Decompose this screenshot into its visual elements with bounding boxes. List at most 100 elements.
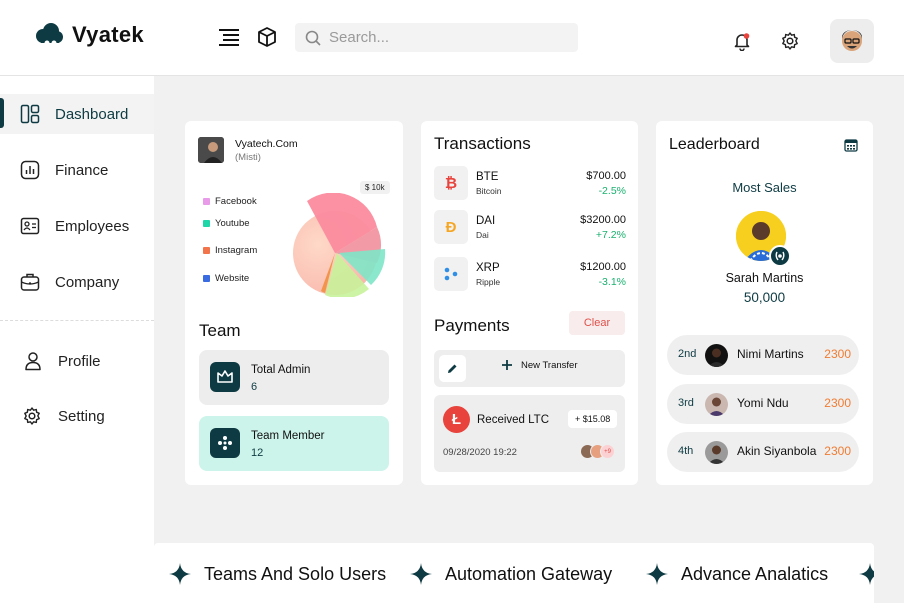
legend-label: Website [215,273,250,284]
rank-score: 2300 [824,347,851,361]
ticker-item: Teams And Solo Users [168,562,386,586]
user-avatar[interactable] [830,19,874,63]
user-icon [25,352,41,371]
sidebar-item-employees[interactable]: Employees [0,206,154,246]
avatar [705,344,728,367]
settings-gear-icon[interactable] [780,31,800,51]
sidebar-item-dashboard[interactable]: Dashboard [0,94,154,134]
calendar-icon[interactable] [844,138,858,152]
search-icon [305,30,321,46]
legend-swatch [203,275,210,282]
legend-item-instagram: Instagram [203,245,257,256]
team-group-icon [210,428,240,458]
legend-swatch [203,247,210,254]
sidebar-item-profile[interactable]: Profile [0,341,154,381]
tx-change: -2.5% [598,185,626,197]
laurel-badge-icon [769,245,791,267]
ticker-label: Teams And Solo Users [204,563,387,584]
ripple-icon [434,257,468,291]
legend-label: Instagram [215,245,258,256]
company-avatar [198,137,224,163]
tx-name: Bitcoin [476,186,502,196]
ticker-item [858,562,874,586]
transfer-bar: New Transfer [434,350,625,387]
legend-swatch [203,220,210,227]
tx-name: Dai [476,230,489,240]
dashboard-icon [20,104,40,124]
team-member[interactable]: Team Member 12 [199,416,389,471]
feature-ticker: Teams And Solo Users Automation Gateway … [154,543,874,603]
sidebar-item-setting[interactable]: Setting [0,396,154,436]
team-title: Team [199,321,241,340]
cube-icon[interactable] [256,26,278,48]
sidebar-item-finance[interactable]: Finance [0,150,154,190]
sparkle-icon [646,563,668,585]
ticker-item: Advance Analatics [645,562,828,586]
team-total-admin[interactable]: Total Admin 6 [199,350,389,405]
rank-score: 2300 [824,396,851,410]
sidebar-item-label: Company [55,273,120,291]
sidebar-item-company[interactable]: Company [0,262,154,302]
app-name: Vyatek [72,22,144,47]
rank-score: 2300 [824,444,851,458]
legend-item-facebook: Facebook [203,196,257,207]
leaderboard-card: Leaderboard Most Sales Sarah Martins 50,… [656,121,873,485]
ticker-item: Automation Gateway [409,562,612,586]
rank-position: 2nd [678,348,697,360]
pen-icon [448,364,457,373]
company-name: Vyatech.Com [235,138,298,150]
rank-name: Yomi Ndu [737,396,789,410]
top-bar: Vyatek [0,0,904,76]
received-date: 09/28/2020 19:22 [443,447,517,458]
rank-position: 4th [678,445,694,457]
transaction-row[interactable]: Đ DAI Dai $3200.00 +7.2% [434,210,626,246]
tx-amount: $1200.00 [580,261,626,273]
transaction-row[interactable]: ₿ BTE Bitcoin $700.00 -2.5% [434,166,626,202]
most-sales-label: Most Sales [732,180,797,195]
winner-name: Sarah Martins [725,271,804,285]
rank-name: Akin Siyanbola [737,444,817,458]
tx-amount: $700.00 [586,170,626,182]
sidebar: Dashboard Finance Employees Company Prof… [0,76,154,603]
leaderboard-row[interactable]: 4th Akin Siyanbola 2300 [667,432,859,472]
team-label: Total Admin [251,364,311,376]
team-count: 6 [251,381,258,393]
legend-item-website: Website [203,273,249,284]
sidebar-divider [0,320,154,321]
finance-icon [20,160,40,180]
transactions-card: Transactions ₿ BTE Bitcoin $700.00 -2.5%… [421,121,638,485]
received-payment-item[interactable]: Ł Received LTC + $15.08 09/28/2020 19:22… [434,395,625,472]
cloud-logo-icon [36,23,63,46]
clear-button[interactable]: Clear [569,311,625,335]
leaderboard-row[interactable]: 3rd Yomi Ndu 2300 [667,384,859,424]
transaction-row[interactable]: XRP Ripple $1200.00 -3.1% [434,257,626,293]
received-label: Received LTC [477,414,550,426]
new-transfer-button[interactable]: New Transfer [501,359,578,371]
menu-icon[interactable] [219,28,241,46]
legend-swatch [203,198,210,205]
winner-score: 50,000 [743,290,786,305]
participant-avatars: +9 [580,444,615,459]
sparkle-icon [410,563,432,585]
litecoin-icon: Ł [443,406,470,433]
rank-name: Nimi Martins [737,347,804,361]
company-avatar-image [198,137,224,163]
leaderboard-title: Leaderboard [669,136,760,153]
leaderboard-row[interactable]: 2nd Nimi Martins 2300 [667,335,859,375]
team-label: Team Member [251,430,325,442]
sparkle-icon [169,563,191,585]
search-input[interactable] [329,29,559,46]
edit-pen-button[interactable] [439,355,466,382]
user-avatar-face-icon [842,30,862,51]
bitcoin-icon: ₿ [434,166,468,200]
team-count: 12 [251,447,264,459]
logo[interactable]: Vyatek [34,22,144,48]
plus-icon [502,360,512,370]
active-indicator [0,98,4,128]
notification-bell-icon[interactable] [732,31,752,51]
legend-item-youtube: Youtube [203,218,250,229]
crown-icon [210,362,240,392]
settings-icon [24,407,40,425]
tx-symbol: XRP [476,262,500,274]
tx-symbol: DAI [476,215,496,227]
